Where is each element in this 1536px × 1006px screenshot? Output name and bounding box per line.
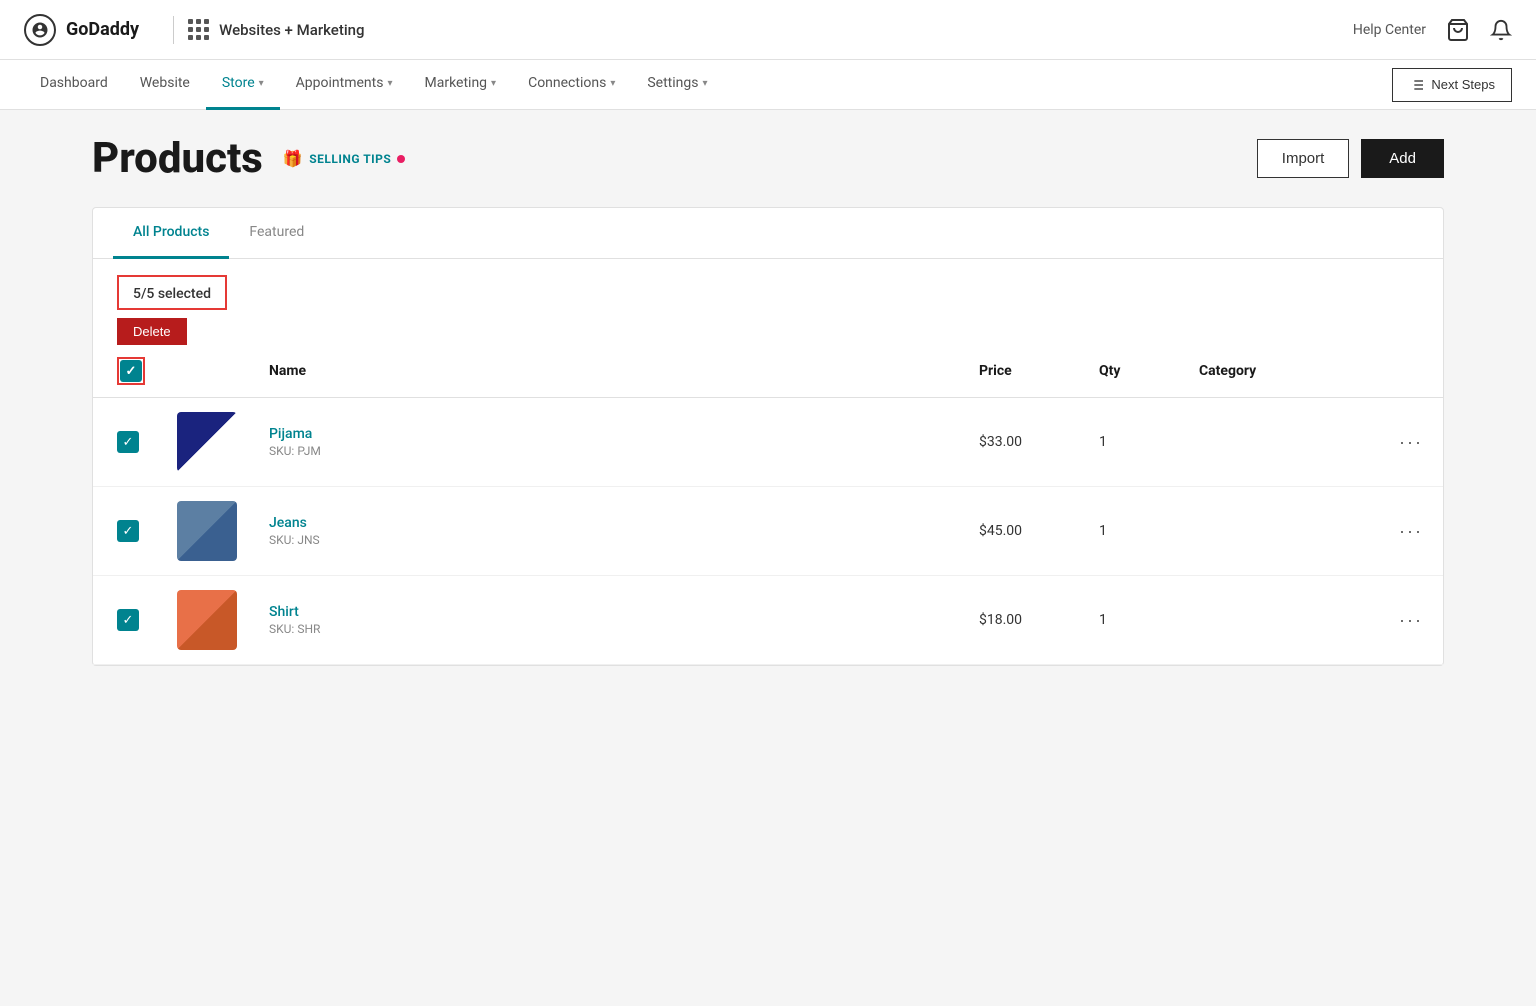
row-checkbox-2[interactable]: ✓ [117,609,139,631]
selling-tips[interactable]: 🎁 Selling Tips [283,149,405,168]
product-category [1183,398,1383,487]
logo-area: GoDaddy [24,14,139,46]
product-image-cell [161,398,253,487]
nav-dashboard[interactable]: Dashboard [24,60,124,110]
appointments-chevron: ▾ [387,78,392,89]
product-category [1183,576,1383,665]
product-more-button[interactable]: ··· [1399,432,1423,453]
product-name[interactable]: Pijama [269,426,947,442]
product-thumbnail [177,501,237,561]
page-header: Products 🎁 Selling Tips Import Add [92,134,1444,183]
row-checkbox-1[interactable]: ✓ [117,520,139,542]
tab-featured[interactable]: Featured [229,208,324,259]
godaddy-text: GoDaddy [66,19,139,40]
add-button[interactable]: Add [1361,139,1444,178]
image-col-header [161,345,253,398]
table-row: ✓ Shirt SKU: SHR $18.00 1 ··· [93,576,1443,665]
nav-divider [173,16,174,44]
marketing-chevron: ▾ [491,78,496,89]
nav-marketing[interactable]: Marketing ▾ [409,60,513,110]
nav-items: Dashboard Website Store ▾ Appointments ▾… [24,60,1392,110]
product-qty: 1 [1083,576,1183,665]
name-col-header: Name [253,345,963,398]
product-qty: 1 [1083,398,1183,487]
table-row: ✓ Jeans SKU: JNS $45.00 1 ··· [93,487,1443,576]
nav-appointments[interactable]: Appointments ▾ [280,60,409,110]
product-price: $33.00 [963,398,1083,487]
godaddy-logo [24,14,56,46]
cart-icon-button[interactable] [1446,18,1470,42]
delete-button[interactable]: Delete [117,318,187,345]
product-thumbnail [177,412,237,472]
tab-all-products[interactable]: All Products [113,208,229,259]
product-image-cell [161,487,253,576]
import-button[interactable]: Import [1257,139,1350,178]
selection-bar: 5/5 selected Delete [93,259,1443,345]
row-checkbox-cell: ✓ [93,576,161,665]
nav-settings[interactable]: Settings ▾ [631,60,723,110]
header-actions: Import Add [1257,139,1444,178]
brand-name: Websites + Marketing [219,21,364,39]
product-name[interactable]: Jeans [269,515,947,531]
price-col-header: Price [963,345,1083,398]
table-row: ✓ Pijama SKU: PJM $33.00 1 ··· [93,398,1443,487]
nav-store[interactable]: Store ▾ [206,60,280,110]
product-name-cell: Shirt SKU: SHR [253,576,963,665]
top-bar-right: Help Center [1353,18,1512,42]
products-table: ✓ Name Price Qty Category ✓ Pijam [93,345,1443,665]
store-chevron: ▾ [259,78,264,89]
product-category [1183,487,1383,576]
product-sku: SKU: PJM [269,444,947,458]
connections-chevron: ▾ [610,78,615,89]
selling-tips-dot [397,155,405,163]
product-name-cell: Pijama SKU: PJM [253,398,963,487]
select-all-checkbox[interactable]: ✓ [120,360,142,382]
product-actions-cell: ··· [1383,576,1443,665]
product-price: $45.00 [963,487,1083,576]
grid-icon [188,19,209,40]
top-bar: GoDaddy Websites + Marketing Help Center [0,0,1536,60]
product-actions-cell: ··· [1383,398,1443,487]
main-card: All Products Featured 5/5 selected Delet… [92,207,1444,666]
actions-col-header [1383,345,1443,398]
row-checkbox-cell: ✓ [93,398,161,487]
product-name[interactable]: Shirt [269,604,947,620]
help-center-link[interactable]: Help Center [1353,22,1426,38]
product-image-cell [161,576,253,665]
row-checkbox-cell: ✓ [93,487,161,576]
nav-website[interactable]: Website [124,60,206,110]
checkbox-header: ✓ [93,345,161,398]
selected-count: 5/5 selected [133,286,211,302]
product-name-cell: Jeans SKU: JNS [253,487,963,576]
row-checkbox-0[interactable]: ✓ [117,431,139,453]
page-content: Products 🎁 Selling Tips Import Add All P… [68,110,1468,690]
product-qty: 1 [1083,487,1183,576]
product-thumbnail [177,590,237,650]
next-steps-button[interactable]: Next Steps [1392,68,1512,102]
product-more-button[interactable]: ··· [1399,521,1423,542]
product-actions-cell: ··· [1383,487,1443,576]
product-sku: SKU: SHR [269,622,947,636]
notification-icon-button[interactable] [1490,19,1512,41]
secondary-nav: Dashboard Website Store ▾ Appointments ▾… [0,60,1536,110]
product-more-button[interactable]: ··· [1399,610,1423,631]
cat-col-header: Category [1183,345,1383,398]
qty-col-header: Qty [1083,345,1183,398]
settings-chevron: ▾ [702,78,707,89]
product-price: $18.00 [963,576,1083,665]
product-sku: SKU: JNS [269,533,947,547]
nav-connections[interactable]: Connections ▾ [512,60,631,110]
tabs: All Products Featured [93,208,1443,259]
next-steps-icon [1409,77,1425,93]
page-title: Products [92,134,263,183]
table-header: ✓ Name Price Qty Category [93,345,1443,398]
gift-icon: 🎁 [283,149,303,168]
